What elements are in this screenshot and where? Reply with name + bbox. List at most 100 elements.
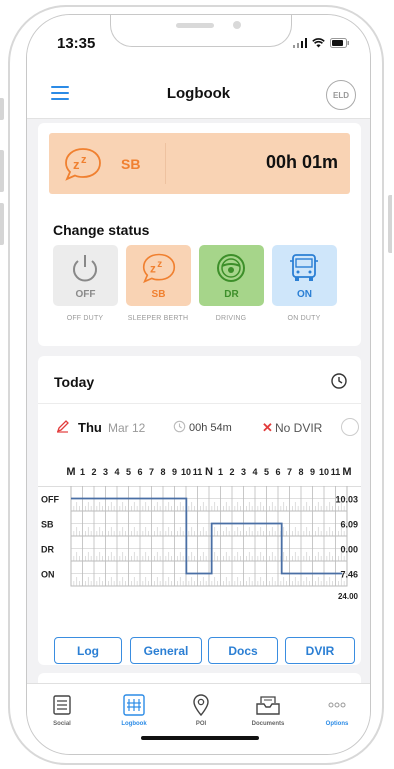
next-card-edge xyxy=(38,673,361,683)
docs-button[interactable]: Docs xyxy=(208,637,278,664)
status-off-label: OFF xyxy=(75,289,96,300)
hour-labels: M 1 2 3 4 5 6 7 8 9 10 11 N 1 2 3 4 5 6 7 8 9 10 11 M xyxy=(66,466,351,481)
grid-row-label: SB xyxy=(41,520,54,530)
hour-label: 11 xyxy=(192,467,203,477)
general-button[interactable]: General xyxy=(130,637,202,664)
tab-logbook[interactable]: Logbook xyxy=(104,691,164,727)
select-day-radio[interactable] xyxy=(341,418,359,436)
no-dvir-icon: ✕ xyxy=(262,420,273,435)
location-pin-icon xyxy=(171,691,231,719)
status-dr-button[interactable]: DR xyxy=(199,245,264,306)
tab-options-label: Options xyxy=(325,721,349,727)
hour-label: M xyxy=(342,466,352,478)
hour-label: 6 xyxy=(275,467,281,477)
timer-icon xyxy=(173,420,186,436)
edit-pencil-icon[interactable] xyxy=(56,419,70,436)
home-indicator xyxy=(141,736,259,740)
grid-row-total: 7.46 xyxy=(340,570,358,580)
today-heading: Today xyxy=(54,374,95,390)
system-icons xyxy=(293,38,350,48)
truck-icon xyxy=(287,251,321,290)
day-duration: 00h 54m xyxy=(189,422,232,434)
grid-row-label: DR xyxy=(41,545,54,555)
hour-label: 6 xyxy=(137,467,143,477)
hour-label: 1 xyxy=(79,467,86,477)
hour-label: 2 xyxy=(229,467,235,477)
tab-documents[interactable]: Documents xyxy=(238,691,298,727)
today-card: Today Thu Mar 12 00h 54m ✕ No DVIR M1234… xyxy=(38,356,361,665)
svg-text:z: z xyxy=(150,263,156,276)
change-status-heading: Change status xyxy=(53,222,150,238)
tab-poi-label: POI xyxy=(195,721,207,727)
tab-social-label: Social xyxy=(53,721,71,727)
current-status-banner: zz SB 00h 01m xyxy=(49,133,350,194)
steering-wheel-icon xyxy=(214,251,248,290)
hour-label: 5 xyxy=(263,467,270,477)
hour-label: 11 xyxy=(330,467,341,477)
tab-options[interactable]: Options xyxy=(307,691,367,727)
more-dots-icon xyxy=(307,691,367,719)
battery-icon xyxy=(330,38,349,48)
documents-tray-icon xyxy=(238,691,298,719)
power-icon xyxy=(68,251,102,290)
svg-text:z: z xyxy=(73,157,80,172)
divider xyxy=(38,403,361,404)
svg-text:z: z xyxy=(157,259,162,270)
app-header: Logbook ELD xyxy=(27,71,370,119)
dvir-button[interactable]: DVIR xyxy=(285,637,355,664)
tab-social[interactable]: Social xyxy=(32,691,92,727)
grid-row-total: 6.09 xyxy=(340,520,358,530)
hour-label: 9 xyxy=(309,467,316,477)
tab-poi[interactable]: POI xyxy=(171,691,231,727)
page-title: Logbook xyxy=(166,85,231,102)
status-on-label: ON xyxy=(297,289,312,300)
sleep-bubble-icon: zz xyxy=(63,146,103,187)
hour-label: 7 xyxy=(148,467,155,477)
camera xyxy=(233,21,241,29)
hour-label: 4 xyxy=(252,467,258,477)
hour-label: 3 xyxy=(240,467,247,477)
eld-button[interactable]: ELD xyxy=(326,80,356,110)
grid-row-label: ON xyxy=(41,570,55,580)
phone-side-button xyxy=(0,98,4,120)
speaker xyxy=(176,23,214,28)
history-clock-icon[interactable] xyxy=(330,372,348,395)
hour-label: 7 xyxy=(286,467,293,477)
dvir-status: No DVIR xyxy=(275,421,323,435)
status-dr-label: DR xyxy=(224,289,239,300)
divider xyxy=(165,143,166,184)
hour-label: 8 xyxy=(298,467,304,477)
hour-label: 8 xyxy=(160,467,166,477)
tab-logbook-label: Logbook xyxy=(121,721,147,727)
hour-label: 1 xyxy=(217,467,224,477)
status-sb-button[interactable]: zz SB xyxy=(126,245,191,306)
log-button[interactable]: Log xyxy=(54,637,122,664)
hour-label: 2 xyxy=(91,467,97,477)
day-date: Mar 12 xyxy=(108,421,146,435)
hour-label: 5 xyxy=(125,467,132,477)
notch xyxy=(110,15,292,47)
bottom-tab-bar: Social Logbook POI Documents Options xyxy=(27,683,370,754)
status-on-caption: ON DUTY xyxy=(287,315,321,322)
hour-label: 4 xyxy=(114,467,120,477)
social-card-icon xyxy=(32,691,92,719)
duty-log-grid: OFF10.03SB6.09DR0.00ON7.4624.00Total xyxy=(38,486,361,601)
grid-row-total: 0.00 xyxy=(340,545,358,555)
signal-icon xyxy=(293,38,307,48)
grid-row-label: OFF xyxy=(41,495,59,505)
hour-label: 10 xyxy=(318,467,330,477)
logbook-grid-icon xyxy=(104,691,164,719)
status-off-button[interactable]: OFF xyxy=(53,245,118,306)
day-name: Thu xyxy=(78,420,102,435)
phone-volume-down-button xyxy=(0,203,4,245)
grid-row-total: 10.03 xyxy=(335,495,358,505)
hour-label: N xyxy=(205,466,213,478)
phone-volume-up-button xyxy=(0,150,4,192)
hour-label: M xyxy=(66,466,76,478)
tab-documents-label: Documents xyxy=(251,721,285,727)
wifi-icon xyxy=(312,38,325,48)
app-screen: 13:35 Logbook ELD zz SB 00h 01m Change s… xyxy=(26,14,371,755)
status-on-button[interactable]: ON xyxy=(272,245,337,306)
status-sb-label: SB xyxy=(151,289,166,300)
day-summary-row[interactable]: Thu Mar 12 00h 54m ✕ No DVIR xyxy=(56,418,359,438)
